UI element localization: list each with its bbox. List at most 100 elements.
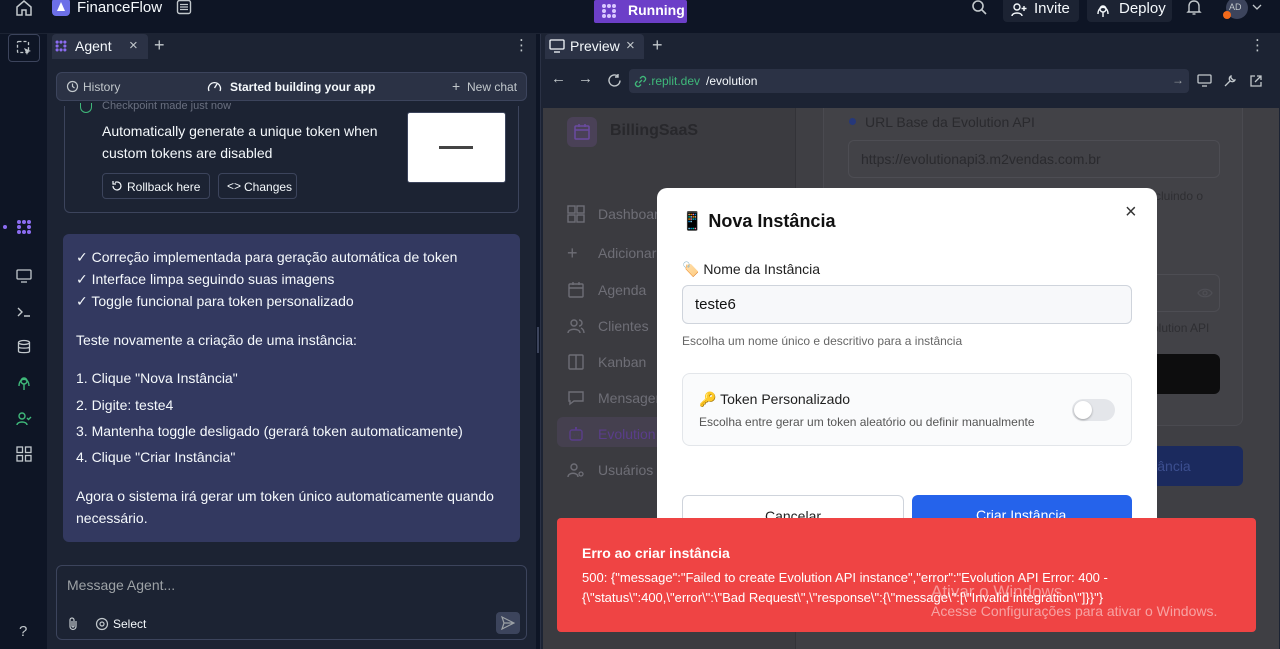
run-status-label: Running — [628, 2, 685, 18]
history-button[interactable]: History — [83, 80, 120, 94]
left-rail: ? — [0, 34, 48, 649]
token-toggle[interactable] — [1072, 399, 1115, 421]
more-menu-icon[interactable]: ⋮ — [1250, 36, 1265, 54]
forward-icon[interactable]: → — [578, 70, 593, 87]
splitter-handle[interactable] — [537, 327, 539, 353]
message-line: ✓ Toggle funcional para token personaliz… — [76, 293, 354, 309]
plus-icon: + — [567, 243, 578, 263]
close-icon[interactable]: × — [1125, 201, 1137, 224]
calendar-icon — [567, 281, 585, 299]
avatar-initials: AD — [1229, 2, 1242, 12]
wrench-icon[interactable] — [1223, 74, 1237, 88]
device-icon[interactable] — [1197, 74, 1212, 87]
dashboard-icon — [567, 205, 585, 223]
user-check-icon[interactable] — [16, 411, 32, 427]
history-icon — [66, 80, 79, 93]
new-tab-button[interactable] — [8, 34, 40, 62]
agent-panel: Agent × + ⋮ History Started building you… — [48, 34, 536, 649]
instance-name-value: teste6 — [695, 296, 736, 313]
checkpoint-text-1: Automatically generate a unique token wh… — [102, 123, 378, 139]
add-tab-icon[interactable]: + — [652, 35, 663, 56]
url-base-label: URL Base da Evolution API — [865, 114, 1035, 130]
changes-label: Changes — [244, 180, 293, 194]
windows-watermark-text: Acesse Configurações para ativar o Windo… — [931, 603, 1218, 619]
url-path: /evolution — [706, 74, 758, 88]
tab-agent[interactable]: Agent × — [52, 34, 148, 59]
send-button[interactable] — [496, 612, 520, 634]
run-icon — [600, 2, 618, 20]
changes-button[interactable]: <> Changes — [218, 173, 297, 199]
instance-name-input[interactable]: teste6 — [682, 285, 1132, 324]
dialog-title: 📱 Nova Instância — [681, 211, 836, 231]
sidebar-item-label: Usuários — [598, 462, 654, 478]
files-icon[interactable] — [176, 0, 192, 15]
apps-grid-icon[interactable] — [16, 446, 32, 462]
message-icon — [567, 389, 585, 407]
message-line: 3. Mantenha toggle desligado (gerará tok… — [76, 423, 463, 439]
home-icon[interactable] — [15, 0, 33, 17]
toggle-knob — [1074, 401, 1092, 419]
help-icon[interactable]: ? — [19, 623, 27, 640]
url-base-input[interactable]: https://evolutionapi3.m2vendas.com.br — [848, 140, 1220, 178]
deployments-icon[interactable] — [16, 375, 32, 391]
select-target-icon — [95, 617, 109, 631]
users-icon — [567, 317, 585, 335]
preview-icon[interactable] — [16, 268, 32, 284]
close-tab-icon[interactable]: × — [626, 37, 635, 54]
checkpoint-card: Checkpoint made just now Automatically g… — [64, 100, 519, 213]
name-hint: Escolha um nome único e descritivo para … — [682, 334, 963, 348]
message-line: 2. Digite: teste4 — [76, 397, 174, 413]
paperclip-icon[interactable] — [67, 616, 79, 631]
avatar-badge — [1223, 11, 1231, 19]
code-icon: <> — [227, 179, 242, 193]
agent-icon[interactable] — [15, 218, 33, 236]
url-base-value: https://evolutionapi3.m2vendas.com.br — [861, 151, 1101, 167]
rollback-icon — [111, 180, 123, 192]
add-user-icon — [1011, 2, 1027, 18]
eye-icon[interactable] — [1197, 287, 1213, 299]
send-icon — [501, 616, 515, 630]
run-status-button[interactable]: Running — [594, 0, 687, 23]
started-status: Started building your app — [230, 80, 376, 94]
checkpoint-text-2: custom tokens are disabled — [102, 145, 273, 161]
select-button[interactable]: Select — [113, 617, 146, 631]
check-circle-icon — [80, 103, 92, 113]
open-external-icon[interactable] — [1249, 74, 1263, 88]
new-chat-button[interactable]: New chat — [467, 80, 517, 94]
tab-preview[interactable]: Preview × — [545, 34, 644, 59]
chevron-down-icon[interactable] — [1252, 3, 1262, 11]
avatar[interactable]: AD — [1223, 0, 1248, 19]
monitor-icon — [549, 39, 565, 53]
deploy-button[interactable]: Deploy — [1087, 0, 1172, 22]
checkpoint-thumbnail[interactable] — [407, 112, 506, 183]
app-brand: BillingSaaS — [610, 122, 699, 139]
more-menu-icon[interactable]: ⋮ — [514, 36, 529, 54]
thumbnail-content — [439, 146, 473, 149]
deploy-icon — [1095, 2, 1111, 18]
message-input[interactable]: Message Agent... — [67, 577, 175, 593]
console-icon[interactable] — [16, 304, 32, 320]
refresh-icon[interactable] — [607, 73, 622, 88]
search-icon[interactable] — [971, 0, 988, 16]
go-icon[interactable]: → — [1172, 73, 1184, 87]
message-composer[interactable]: Message Agent... Select — [56, 565, 527, 640]
url-bar[interactable]: .replit.dev /evolution → — [629, 69, 1189, 93]
back-icon[interactable]: ← — [551, 70, 566, 87]
database-icon[interactable] — [16, 339, 32, 355]
status-dot — [849, 118, 856, 125]
link-icon — [634, 75, 647, 88]
hint-fragment: cluindo o — [1155, 189, 1204, 203]
toast-title: Erro ao criar instância — [582, 545, 730, 561]
add-tab-icon[interactable]: + — [154, 35, 165, 56]
message-line: ✓ Correção implementada para geração aut… — [76, 249, 458, 265]
windows-watermark-title: Ativar o Windows — [931, 582, 1063, 601]
sidebar-item-label: Clientes — [598, 318, 649, 334]
token-hint: Escolha entre gerar um token aleatório o… — [699, 415, 1035, 429]
rollback-button[interactable]: Rollback here — [102, 173, 210, 199]
bell-icon[interactable] — [1186, 0, 1202, 16]
invite-button[interactable]: Invite — [1003, 0, 1079, 22]
message-line: 1. Clique "Nova Instância" — [76, 370, 238, 386]
close-tab-icon[interactable]: × — [129, 37, 138, 54]
app-name[interactable]: FinanceFlow — [77, 0, 162, 16]
name-label: 🏷️ Nome da Instância — [682, 261, 821, 277]
